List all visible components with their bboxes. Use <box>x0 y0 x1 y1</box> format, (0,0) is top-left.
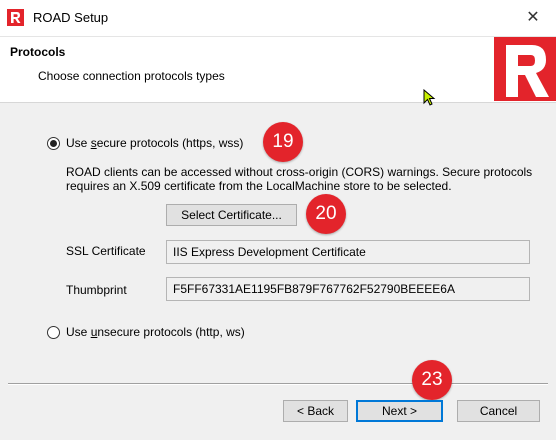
thumbprint-label: Thumbprint <box>66 283 127 297</box>
close-button[interactable]: ✕ <box>516 6 550 30</box>
secure-protocols-radio[interactable] <box>47 137 60 150</box>
select-certificate-button[interactable]: Select Certificate... <box>166 204 297 226</box>
secure-protocols-label[interactable]: Use secure protocols (https, wss) <box>66 136 243 150</box>
ssl-certificate-field: IIS Express Development Certificate <box>166 240 530 264</box>
unsecure-protocols-radio[interactable] <box>47 326 60 339</box>
footer-separator <box>8 383 548 385</box>
wizard-header: Protocols Choose connection protocols ty… <box>0 37 556 103</box>
next-button[interactable]: Next > <box>356 400 443 422</box>
back-button[interactable]: < Back <box>283 400 348 422</box>
step-badge-19: 19 <box>263 122 303 162</box>
window-title: ROAD Setup <box>33 10 109 25</box>
cancel-button[interactable]: Cancel <box>457 400 540 422</box>
unsecure-protocols-label[interactable]: Use unsecure protocols (http, ws) <box>66 325 245 339</box>
mouse-cursor-icon <box>423 89 436 106</box>
road-brand-logo <box>494 37 556 101</box>
step-badge-20: 20 <box>306 194 346 234</box>
road-r-logo-icon <box>7 9 24 26</box>
step-badge-23: 23 <box>412 360 452 400</box>
thumbprint-field: F5FF67331AE1195FB879F767762F52790BEEEE6A <box>166 277 530 301</box>
close-icon: ✕ <box>526 9 540 26</box>
secure-protocols-description: ROAD clients can be accessed without cro… <box>66 165 533 193</box>
ssl-certificate-label: SSL Certificate <box>66 244 146 258</box>
page-title: Protocols <box>10 45 66 59</box>
title-bar: ROAD Setup ✕ <box>0 0 556 37</box>
page-subtitle: Choose connection protocols types <box>38 69 225 83</box>
